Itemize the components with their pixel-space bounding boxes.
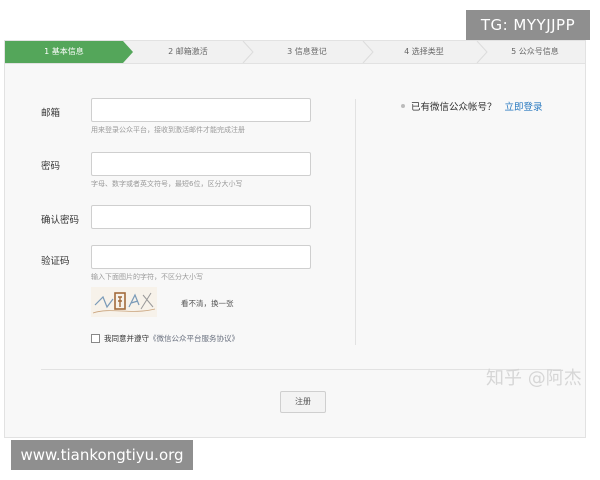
step-basic-info: 1 基本信息: [44, 47, 84, 56]
channel-tag: TG: MYYJJPP: [466, 10, 590, 40]
progress-steps: 1 基本信息 2 邮箱激活 3 信息登记 4 选择类型 5 公众号信息: [5, 41, 585, 64]
have-account-row: 已有微信公众帐号？ 立即登录: [401, 99, 543, 113]
confirm-password-label: 确认密码: [41, 215, 80, 226]
email-label: 邮箱: [41, 108, 61, 119]
captcha-refresh-link[interactable]: 看不清，换一张: [181, 298, 234, 309]
captcha-field[interactable]: [91, 245, 311, 269]
step-choose-type: 4 选择类型: [404, 47, 444, 56]
agreement-row: 我同意并遵守 《微信公众平台服务协议》: [91, 332, 239, 344]
password-label: 密码: [41, 161, 61, 172]
have-account-text: 已有微信公众帐号？: [411, 102, 497, 113]
captcha-label: 验证码: [41, 256, 70, 267]
email-hint: 用来登录公众平台，接收到激活邮件才能完成注册: [91, 126, 245, 134]
captcha-glyphs: [92, 292, 156, 314]
login-link[interactable]: 立即登录: [505, 99, 543, 113]
confirm-password-field[interactable]: [91, 205, 311, 229]
email-field[interactable]: [91, 98, 311, 122]
service-agreement-link[interactable]: 《微信公众平台服务协议》: [149, 333, 239, 344]
step-email-activation: 2 邮箱激活: [168, 47, 208, 56]
horizontal-divider: [41, 369, 561, 370]
bullet-icon: [401, 104, 405, 108]
password-field[interactable]: [91, 152, 311, 176]
register-button[interactable]: 注册: [280, 391, 326, 413]
watermark: 知乎 @阿杰: [486, 368, 582, 389]
agree-text: 我同意并遵守: [104, 333, 149, 343]
vertical-divider: [355, 99, 356, 345]
captcha-image: [91, 287, 157, 317]
password-hint: 字母、数字或者英文符号，最短6位，区分大小写: [91, 180, 243, 188]
agree-checkbox[interactable]: [91, 333, 100, 343]
source-url-tag: www.tiankongtiyu.org: [11, 440, 193, 470]
step-account-info: 5 公众号信息: [511, 47, 559, 56]
captcha-hint: 输入下面图片的字符，不区分大小写: [91, 273, 203, 281]
step-info-registration: 3 信息登记: [287, 47, 327, 56]
